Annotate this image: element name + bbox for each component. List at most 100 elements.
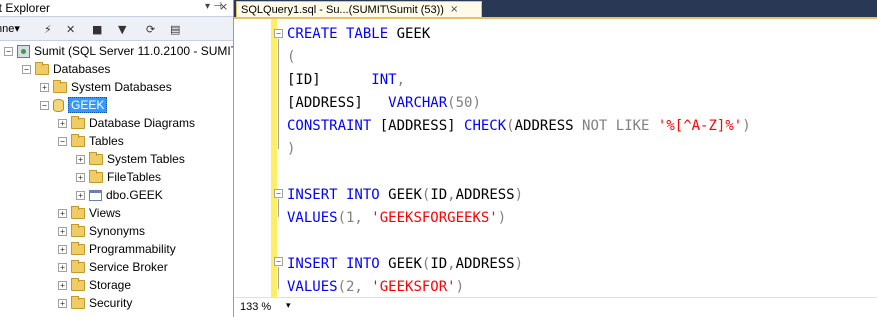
code-line: VALUES(1, 'GEEKSFORGEEKS'): [287, 208, 506, 228]
disconnect-icon[interactable]: ✕: [66, 23, 75, 36]
tree-node[interactable]: + Security: [58, 294, 132, 312]
tree-node-label: Service Broker: [89, 260, 168, 274]
folder-icon: [89, 151, 103, 165]
code-token: CONSTRAINT: [287, 118, 380, 134]
code-token: INT: [371, 72, 397, 88]
code-token: ): [287, 141, 296, 157]
code-token: INSERT INTO: [287, 256, 389, 272]
code-line: [ADDRESS] VARCHAR(50): [287, 93, 481, 113]
activity-monitor-icon[interactable]: ▤: [170, 23, 180, 36]
tree-node-label: Synonyms: [89, 224, 146, 238]
expand-icon[interactable]: +: [58, 280, 67, 290]
code-line: INSERT INTO GEEK(ID,ADDRESS): [287, 185, 523, 205]
expand-icon[interactable]: +: [58, 208, 67, 218]
expand-icon[interactable]: +: [58, 226, 67, 236]
code-token: ADDRESS: [455, 256, 515, 272]
tree-node[interactable]: + System Tables: [76, 150, 185, 168]
change-tracking-margin: [271, 19, 277, 297]
tree-node[interactable]: + System Databases: [40, 78, 172, 96]
folder-icon: [71, 133, 85, 147]
outline-line: [278, 39, 279, 149]
tree-node[interactable]: − GEEK: [40, 96, 108, 114]
collapse-icon[interactable]: −: [40, 100, 49, 110]
tree-node-label: GEEK: [68, 97, 108, 113]
tree-node[interactable]: + Synonyms: [58, 222, 145, 240]
tree-node[interactable]: − Tables: [58, 132, 124, 150]
folder-icon: [89, 169, 103, 183]
code-token: (: [506, 118, 515, 134]
tree-node[interactable]: + Database Diagrams: [58, 114, 195, 132]
collapse-icon[interactable]: −: [22, 64, 31, 74]
expand-icon[interactable]: +: [40, 82, 49, 92]
stop-icon[interactable]: ■: [92, 23, 102, 36]
refresh-icon[interactable]: ⟳: [146, 23, 155, 36]
code-line: [ID] INT,: [287, 70, 405, 90]
code-line: (: [287, 47, 295, 67]
tree-node[interactable]: + Views: [58, 204, 121, 222]
code-line: CONSTRAINT [ADDRESS] CHECK(ADDRESS NOT L…: [287, 116, 751, 136]
tree-node-label: Tables: [89, 134, 124, 148]
code-line: CREATE TABLE GEEK: [287, 24, 430, 44]
line-gutter: [234, 19, 272, 297]
close-icon[interactable]: ×: [219, 0, 228, 13]
expand-icon[interactable]: +: [76, 154, 85, 164]
folder-icon: [71, 277, 85, 291]
code-token: GEEK: [396, 26, 431, 42]
tree-node[interactable]: + FileTables: [76, 168, 161, 186]
connect-dropdown[interactable]: nne▾: [0, 22, 20, 35]
tree-node[interactable]: + Service Broker: [58, 258, 168, 276]
collapse-icon[interactable]: −: [58, 136, 67, 146]
query-tab[interactable]: SQLQuery1.sql - Su...(SUMIT\Sumit (53)) …: [236, 1, 482, 17]
code-token: ,: [447, 256, 456, 272]
tree-node[interactable]: + dbo.GEEK: [76, 186, 163, 204]
tab-close-icon[interactable]: ×: [450, 4, 458, 15]
tree-node-label: Programmability: [89, 242, 176, 256]
expand-icon[interactable]: +: [76, 190, 85, 200]
folder-icon: [71, 295, 85, 309]
code-token: GEEK: [388, 187, 422, 203]
code-token: ADDRESS: [455, 187, 515, 203]
code-token: ,: [447, 187, 456, 203]
expand-icon[interactable]: +: [76, 172, 85, 182]
object-explorer-title-bar: ect Explorer ▾ ⊣ ×: [0, 0, 233, 17]
filter-icon[interactable]: ▼: [118, 23, 126, 36]
collapse-icon[interactable]: −: [274, 189, 283, 198]
collapse-icon[interactable]: −: [4, 46, 13, 56]
tree-node-label: System Databases: [71, 80, 172, 94]
object-explorer-title: ect Explorer: [0, 1, 51, 15]
expand-icon[interactable]: +: [58, 262, 67, 272]
tree-node-label: Views: [89, 206, 121, 220]
tree-node-label: Databases: [53, 62, 111, 76]
collapse-icon[interactable]: −: [274, 257, 283, 266]
code-token: 'GEEKSFOR': [371, 279, 456, 295]
code-token: ID: [430, 187, 448, 203]
server-icon: [17, 44, 30, 58]
code-token: NOT LIKE: [582, 118, 658, 134]
code-token: ): [514, 256, 524, 272]
tree-node[interactable]: + Programmability: [58, 240, 176, 258]
expand-icon[interactable]: +: [58, 244, 67, 254]
code-token: CREATE TABLE: [287, 26, 397, 42]
zoom-dropdown-icon[interactable]: ▾: [286, 301, 291, 311]
code-token: ID: [430, 256, 448, 272]
tree-node[interactable]: − Databases: [22, 60, 110, 78]
code-token: '%[^A-Z]%': [657, 118, 743, 134]
code-token: (1,: [337, 210, 372, 226]
outline-line: [278, 267, 279, 289]
tree-node-label: Security: [89, 296, 133, 310]
object-explorer-pane: ect Explorer ▾ ⊣ × nne▾ ⚡ ✕ ■ ▼ ⟳ ▤ −Sum…: [0, 0, 234, 317]
zoom-level[interactable]: 133 %: [240, 301, 271, 313]
tree-node[interactable]: − Sumit (SQL Server 11.0.2100 - SUMIT\Sum…: [4, 42, 233, 60]
connect-icon[interactable]: ⚡: [44, 23, 52, 36]
expand-icon[interactable]: +: [58, 118, 67, 128]
table-icon: [89, 189, 102, 201]
code-token: [ADDRESS]: [287, 95, 389, 111]
folder-icon: [71, 205, 85, 219]
tree-node-label: Storage: [89, 278, 132, 292]
code-token: ADDRESS: [514, 118, 583, 134]
tree-node[interactable]: + Storage: [58, 276, 131, 294]
tree-node-label: FileTables: [107, 170, 162, 184]
code-token: (: [287, 49, 296, 65]
collapse-icon[interactable]: −: [274, 29, 283, 38]
expand-icon[interactable]: +: [58, 298, 67, 308]
